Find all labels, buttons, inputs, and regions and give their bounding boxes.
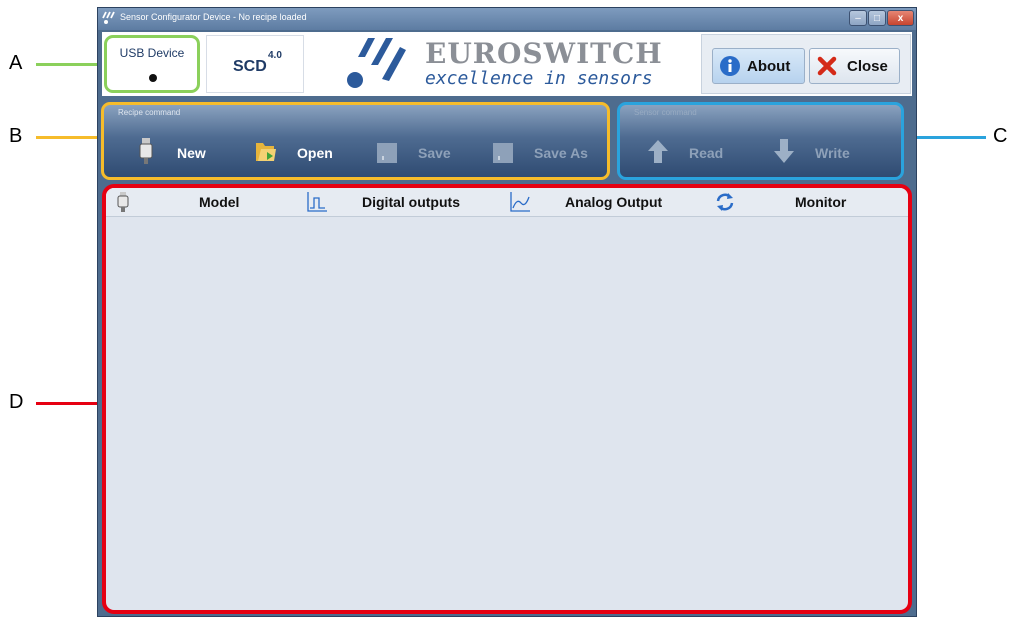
callout-line-b: [36, 136, 104, 139]
open-label: Open: [297, 145, 333, 161]
usb-device-label: USB Device: [119, 46, 185, 60]
scd-version: 4.0: [268, 50, 282, 61]
digital-signal-icon: [307, 192, 327, 212]
scd-label: SCD: [233, 58, 267, 75]
sensor-command-panel: Sensor command Read Write: [617, 102, 904, 180]
usb-status-led-icon: [149, 74, 157, 82]
close-label: Close: [847, 58, 888, 75]
arrow-up-icon: [648, 140, 668, 163]
tab-digital-outputs[interactable]: Digital outputs: [306, 188, 498, 216]
tab-analog-output-label: Analog Output: [565, 194, 663, 210]
tab-digital-outputs-label: Digital outputs: [362, 194, 460, 210]
read-button[interactable]: Read: [646, 137, 746, 167]
open-button[interactable]: Open: [254, 137, 354, 167]
maximize-button[interactable]: □: [868, 10, 886, 26]
tab-content-panel: [106, 217, 908, 610]
write-button[interactable]: Write: [772, 137, 882, 167]
save-as-icon: [493, 143, 513, 163]
arrow-down-icon: [774, 139, 794, 163]
save-as-button[interactable]: Save As: [491, 137, 601, 167]
usb-device-indicator: USB Device: [104, 35, 200, 93]
close-icon: [817, 56, 837, 76]
tab-model-label: Model: [199, 194, 240, 210]
callout-line-a: [36, 63, 100, 66]
write-label: Write: [815, 145, 850, 161]
about-button[interactable]: About: [712, 48, 805, 84]
about-label: About: [747, 58, 791, 75]
callout-label-b: B: [9, 125, 23, 147]
callout-label-c: C: [993, 125, 1008, 147]
tab-monitor[interactable]: Monitor: [714, 188, 904, 216]
callout-label-d: D: [9, 391, 24, 413]
sensor-command-legend: Sensor command: [634, 108, 697, 117]
save-icon: [377, 143, 397, 163]
folder-open-icon: [256, 143, 276, 161]
read-label: Read: [689, 145, 724, 161]
tab-model[interactable]: Model: [110, 188, 300, 216]
title-bar[interactable]: Sensor Configurator Device - No recipe l…: [98, 8, 916, 30]
callout-line-c: [906, 136, 986, 139]
recipe-command-legend: Recipe command: [118, 108, 181, 117]
app-window: Sensor Configurator Device - No recipe l…: [97, 7, 917, 617]
minimize-button[interactable]: –: [849, 10, 867, 26]
tab-strip: Model Digital outputs Analog Output Moni…: [106, 188, 908, 217]
save-as-label: Save As: [534, 145, 588, 161]
header: USB Device SCD 4.0 EUROSWITCH excellence…: [102, 32, 912, 96]
new-button[interactable]: New: [134, 137, 224, 167]
info-icon: [720, 56, 740, 76]
analog-signal-icon: [510, 192, 530, 212]
callout-label-a: A: [9, 52, 23, 74]
brand-name: EUROSWITCH: [425, 37, 663, 70]
sensor-icon: [117, 192, 129, 212]
callout-line-d: [36, 402, 106, 405]
save-button[interactable]: Save: [375, 137, 465, 167]
save-label: Save: [418, 145, 451, 161]
tab-monitor-label: Monitor: [795, 194, 847, 210]
new-label: New: [177, 145, 206, 161]
window-close-button[interactable]: x: [887, 10, 914, 26]
refresh-icon: [716, 193, 734, 211]
tab-analog-output[interactable]: Analog Output: [509, 188, 709, 216]
euroswitch-logo-icon: [102, 11, 116, 25]
close-button[interactable]: Close: [809, 48, 900, 84]
sensor-icon: [139, 138, 153, 164]
tab-area: Model Digital outputs Analog Output Moni…: [102, 184, 912, 614]
brand-tagline: excellence in sensors: [425, 68, 653, 89]
window-title: Sensor Configurator Device - No recipe l…: [120, 12, 307, 22]
euroswitch-logo-icon: [345, 36, 406, 92]
recipe-command-panel: Recipe command New Open Save Save As: [101, 102, 610, 180]
scd-version-box: SCD 4.0: [206, 35, 304, 93]
header-button-area: About Close: [701, 34, 911, 94]
